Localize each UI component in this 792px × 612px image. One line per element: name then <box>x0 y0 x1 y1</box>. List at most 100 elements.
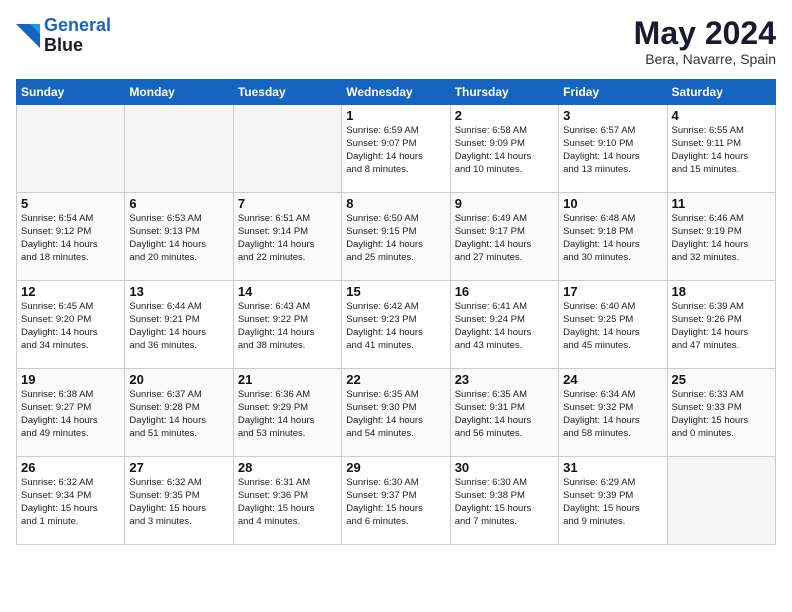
day-number: 18 <box>672 284 771 299</box>
week-row-4: 19Sunrise: 6:38 AM Sunset: 9:27 PM Dayli… <box>17 369 776 457</box>
day-number: 24 <box>563 372 662 387</box>
day-number: 17 <box>563 284 662 299</box>
day-info: Sunrise: 6:57 AM Sunset: 9:10 PM Dayligh… <box>563 125 662 176</box>
day-info: Sunrise: 6:46 AM Sunset: 9:19 PM Dayligh… <box>672 213 771 264</box>
day-info: Sunrise: 6:54 AM Sunset: 9:12 PM Dayligh… <box>21 213 120 264</box>
day-number: 31 <box>563 460 662 475</box>
day-number: 6 <box>129 196 228 211</box>
day-number: 11 <box>672 196 771 211</box>
calendar-cell: 26 Sunrise: 6:32 AM Sunset: 9:34 PM Dayli… <box>17 457 125 545</box>
calendar-cell: 5Sunrise: 6:54 AM Sunset: 9:12 PM Daylig… <box>17 193 125 281</box>
calendar-cell: 23 Sunrise: 6:35 AM Sunset: 9:31 PM Dayli… <box>450 369 558 457</box>
day-info: Sunrise: 6:58 AM Sunset: 9:09 PM Dayligh… <box>455 125 554 176</box>
calendar-cell: 6Sunrise: 6:53 AM Sunset: 9:13 PM Daylig… <box>125 193 233 281</box>
calendar-cell: 24Sunrise: 6:34 AM Sunset: 9:32 PM Dayli… <box>559 369 667 457</box>
day-info: Sunrise: 6:40 AM Sunset: 9:25 PM Dayligh… <box>563 301 662 352</box>
day-info: Sunrise: 6:48 AM Sunset: 9:18 PM Dayligh… <box>563 213 662 264</box>
day-number: 7 <box>238 196 337 211</box>
day-number: 16 <box>455 284 554 299</box>
day-info: Sunrise: 6:30 AM Sunset: 9:37 PM Dayligh… <box>346 477 445 528</box>
week-row-1: 1Sunrise: 6:59 AM Sunset: 9:07 PM Daylig… <box>17 105 776 193</box>
calendar-cell <box>17 105 125 193</box>
day-number: 27 <box>129 460 228 475</box>
weekday-header-thursday: Thursday <box>450 80 558 105</box>
day-number: 30 <box>455 460 554 475</box>
title-block: May 2024 Bera, Navarre, Spain <box>634 16 776 67</box>
day-info: Sunrise: 6:50 AM Sunset: 9:15 PM Dayligh… <box>346 213 445 264</box>
calendar-cell: 28 Sunrise: 6:31 AM Sunset: 9:36 PM Dayli… <box>233 457 341 545</box>
calendar-cell: 19Sunrise: 6:38 AM Sunset: 9:27 PM Dayli… <box>17 369 125 457</box>
week-row-2: 5Sunrise: 6:54 AM Sunset: 9:12 PM Daylig… <box>17 193 776 281</box>
day-info: Sunrise: 6:42 AM Sunset: 9:23 PM Dayligh… <box>346 301 445 352</box>
calendar-cell: 11 Sunrise: 6:46 AM Sunset: 9:19 PM Dayli… <box>667 193 775 281</box>
day-info: Sunrise: 6:30 AM Sunset: 9:38 PM Dayligh… <box>455 477 554 528</box>
day-number: 12 <box>21 284 120 299</box>
day-info: Sunrise: 6:41 AM Sunset: 9:24 PM Dayligh… <box>455 301 554 352</box>
calendar-cell: 9 Sunrise: 6:49 AM Sunset: 9:17 PM Daylig… <box>450 193 558 281</box>
day-info: Sunrise: 6:37 AM Sunset: 9:28 PM Dayligh… <box>129 389 228 440</box>
calendar: SundayMondayTuesdayWednesdayThursdayFrid… <box>16 79 776 545</box>
day-info: Sunrise: 6:49 AM Sunset: 9:17 PM Dayligh… <box>455 213 554 264</box>
calendar-cell: 15Sunrise: 6:42 AM Sunset: 9:23 PM Dayli… <box>342 281 450 369</box>
day-info: Sunrise: 6:32 AM Sunset: 9:35 PM Dayligh… <box>129 477 228 528</box>
calendar-cell: 12 Sunrise: 6:45 AM Sunset: 9:20 PM Dayli… <box>17 281 125 369</box>
calendar-cell: 1Sunrise: 6:59 AM Sunset: 9:07 PM Daylig… <box>342 105 450 193</box>
day-info: Sunrise: 6:35 AM Sunset: 9:31 PM Dayligh… <box>455 389 554 440</box>
day-info: Sunrise: 6:45 AM Sunset: 9:20 PM Dayligh… <box>21 301 120 352</box>
logo-text: General Blue <box>44 16 111 56</box>
week-row-3: 12 Sunrise: 6:45 AM Sunset: 9:20 PM Dayli… <box>17 281 776 369</box>
day-info: Sunrise: 6:33 AM Sunset: 9:33 PM Dayligh… <box>672 389 771 440</box>
weekday-header-friday: Friday <box>559 80 667 105</box>
day-info: Sunrise: 6:39 AM Sunset: 9:26 PM Dayligh… <box>672 301 771 352</box>
day-number: 28 <box>238 460 337 475</box>
calendar-cell: 20Sunrise: 6:37 AM Sunset: 9:28 PM Dayli… <box>125 369 233 457</box>
day-number: 1 <box>346 108 445 123</box>
day-number: 8 <box>346 196 445 211</box>
day-info: Sunrise: 6:55 AM Sunset: 9:11 PM Dayligh… <box>672 125 771 176</box>
day-info: Sunrise: 6:51 AM Sunset: 9:14 PM Dayligh… <box>238 213 337 264</box>
month-title: May 2024 <box>634 16 776 51</box>
weekday-header-row: SundayMondayTuesdayWednesdayThursdayFrid… <box>17 80 776 105</box>
day-number: 29 <box>346 460 445 475</box>
day-number: 13 <box>129 284 228 299</box>
day-info: Sunrise: 6:29 AM Sunset: 9:39 PM Dayligh… <box>563 477 662 528</box>
calendar-cell: 13 Sunrise: 6:44 AM Sunset: 9:21 PM Dayli… <box>125 281 233 369</box>
calendar-cell: 10 Sunrise: 6:48 AM Sunset: 9:18 PM Dayli… <box>559 193 667 281</box>
day-number: 22 <box>346 372 445 387</box>
location: Bera, Navarre, Spain <box>634 51 776 67</box>
calendar-cell: 3Sunrise: 6:57 AM Sunset: 9:10 PM Daylig… <box>559 105 667 193</box>
day-number: 23 <box>455 372 554 387</box>
calendar-cell <box>125 105 233 193</box>
logo: General Blue <box>16 16 111 56</box>
weekday-header-monday: Monday <box>125 80 233 105</box>
calendar-cell: 22 Sunrise: 6:35 AM Sunset: 9:30 PM Dayli… <box>342 369 450 457</box>
day-info: Sunrise: 6:35 AM Sunset: 9:30 PM Dayligh… <box>346 389 445 440</box>
calendar-cell: 18 Sunrise: 6:39 AM Sunset: 9:26 PM Dayli… <box>667 281 775 369</box>
day-info: Sunrise: 6:31 AM Sunset: 9:36 PM Dayligh… <box>238 477 337 528</box>
day-info: Sunrise: 6:44 AM Sunset: 9:21 PM Dayligh… <box>129 301 228 352</box>
day-number: 9 <box>455 196 554 211</box>
weekday-header-sunday: Sunday <box>17 80 125 105</box>
weekday-header-wednesday: Wednesday <box>342 80 450 105</box>
calendar-cell: 4Sunrise: 6:55 AM Sunset: 9:11 PM Daylig… <box>667 105 775 193</box>
calendar-cell <box>233 105 341 193</box>
calendar-cell: 2 Sunrise: 6:58 AM Sunset: 9:09 PM Daylig… <box>450 105 558 193</box>
calendar-cell: 7 Sunrise: 6:51 AM Sunset: 9:14 PM Daylig… <box>233 193 341 281</box>
day-info: Sunrise: 6:32 AM Sunset: 9:34 PM Dayligh… <box>21 477 120 528</box>
calendar-cell: 14Sunrise: 6:43 AM Sunset: 9:22 PM Dayli… <box>233 281 341 369</box>
calendar-cell: 27 Sunrise: 6:32 AM Sunset: 9:35 PM Dayli… <box>125 457 233 545</box>
day-info: Sunrise: 6:38 AM Sunset: 9:27 PM Dayligh… <box>21 389 120 440</box>
weekday-header-tuesday: Tuesday <box>233 80 341 105</box>
day-number: 10 <box>563 196 662 211</box>
weekday-header-saturday: Saturday <box>667 80 775 105</box>
calendar-cell <box>667 457 775 545</box>
calendar-cell: 29 Sunrise: 6:30 AM Sunset: 9:37 PM Dayli… <box>342 457 450 545</box>
calendar-cell: 21Sunrise: 6:36 AM Sunset: 9:29 PM Dayli… <box>233 369 341 457</box>
day-number: 26 <box>21 460 120 475</box>
week-row-5: 26 Sunrise: 6:32 AM Sunset: 9:34 PM Dayli… <box>17 457 776 545</box>
day-number: 14 <box>238 284 337 299</box>
day-number: 25 <box>672 372 771 387</box>
calendar-cell: 25 Sunrise: 6:33 AM Sunset: 9:33 PM Dayli… <box>667 369 775 457</box>
calendar-cell: 30 Sunrise: 6:30 AM Sunset: 9:38 PM Dayli… <box>450 457 558 545</box>
day-number: 2 <box>455 108 554 123</box>
